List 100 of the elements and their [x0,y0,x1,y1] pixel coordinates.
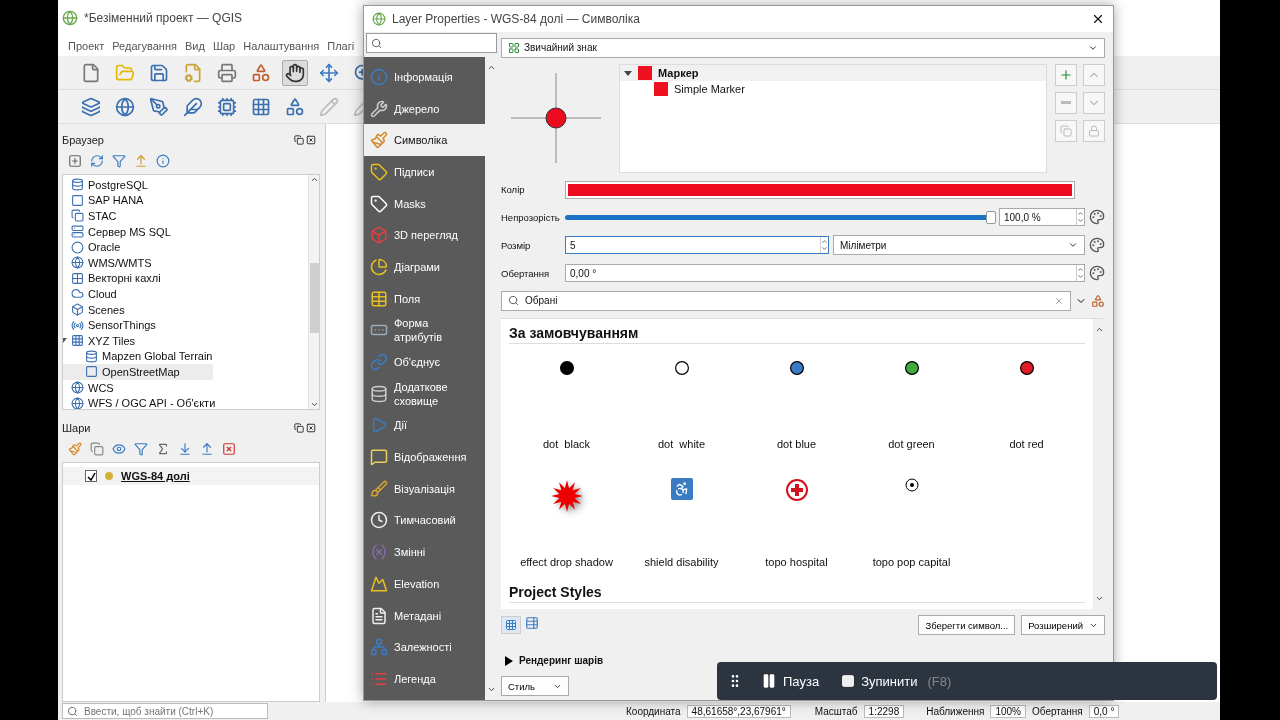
eye-icon[interactable] [112,442,126,456]
search-field[interactable] [366,33,497,53]
sidebar-item[interactable]: Дії [364,409,485,442]
symbol-search-field[interactable]: Обрані [501,290,1071,311]
save-symbol-button[interactable]: Зберегти символ... [918,615,1016,635]
symbol-item[interactable]: dot blue [739,347,854,466]
browser-item[interactable]: Векторні кахлі [63,270,308,287]
scroll-down-icon[interactable] [309,400,319,409]
browser-item[interactable]: Oracle [63,239,308,255]
sidebar-item[interactable]: Інформація [364,61,485,93]
renderer-dropdown[interactable]: Звичайний знак [501,38,1105,58]
menu-item[interactable]: Вид [184,40,205,52]
scale-field[interactable]: 1:2298 [863,704,905,718]
rotation-field[interactable]: 0,0 ° [1088,704,1120,718]
color-button[interactable] [565,180,1075,199]
filter-icon[interactable] [134,442,148,456]
browser-item[interactable]: PostgreSQL [63,177,308,193]
symbol-layer-item[interactable]: Маркер [620,64,1046,81]
clear-icon[interactable] [1054,295,1064,306]
scroll-up-icon[interactable] [309,175,319,184]
search-field[interactable]: Ввести, щоб знайти (Ctrl+K) [62,703,268,719]
sidebar-item[interactable]: Діаграми [364,251,485,283]
symbol-item[interactable]: topo hospital [739,465,854,584]
sidebar-item[interactable]: Поля [364,282,485,315]
browser-item[interactable]: Mapzen Global Terrain [63,348,308,365]
spin-arrows-icon[interactable] [1076,265,1084,282]
symbol-item[interactable]: dot green [854,347,969,466]
expand-arrow-icon[interactable] [624,68,632,77]
style-manager-icon[interactable] [1091,293,1105,308]
browser-item[interactable]: SensorThings [63,317,308,333]
sidebar-item[interactable]: Об'єднує [364,346,485,378]
expand-arrow-icon[interactable] [505,655,513,666]
close-icon[interactable] [306,135,316,145]
menu-item[interactable]: Редагування [112,40,177,52]
brush-icon[interactable] [68,442,82,456]
browser-item[interactable]: SAP HANA [63,192,308,209]
browser-item[interactable]: Сервер MS SQL [63,223,308,240]
float-icon[interactable] [294,135,304,145]
advanced-button[interactable]: Розширений [1021,615,1105,635]
browser-item[interactable]: WFS / OGC API - Об'єкти [63,395,308,409]
browser-item[interactable]: STAC [63,208,308,224]
menu-item[interactable]: Проект [68,40,105,52]
info-icon[interactable] [156,154,170,168]
sidebar-item[interactable]: Джерело [364,92,485,125]
sidebar-item[interactable]: Метадані [364,599,485,632]
menu-item[interactable]: Шар [212,40,236,52]
add-layer-button[interactable] [1055,63,1077,86]
zoom-field[interactable]: 100% [990,704,1026,718]
close-icon[interactable] [306,423,316,433]
pause-button[interactable]: Пауза [757,673,824,689]
sidebar-item[interactable]: Залежності [364,631,485,664]
data-defined-icon[interactable] [1089,209,1105,226]
coordinate-field[interactable]: 48,61658°,23,67961° [686,704,791,718]
sidebar-item[interactable]: Elevation [364,568,485,600]
style-dropdown[interactable]: Стиль [501,676,569,696]
symbol-item[interactable]: shield disability [624,465,739,584]
sidebar-item[interactable]: Форма атрибутів [364,314,485,347]
symbol-item[interactable]: effect drop shadow [509,465,624,584]
scroll-up-icon[interactable] [486,63,496,72]
spin-arrows-icon[interactable] [1076,209,1084,226]
size-field[interactable]: 5 [565,236,829,255]
sidebar-item[interactable]: Символіка [364,124,485,157]
browser-item[interactable]: Scenes [63,301,308,318]
layer-name[interactable]: WGS-84 долі [121,470,190,482]
symbol-item[interactable]: dot black [509,347,624,466]
browser-item[interactable]: OpenStreetMap [63,364,213,380]
add-icon[interactable] [68,154,82,168]
sidebar-item[interactable]: Візуалізація [364,472,485,505]
expression-icon[interactable] [156,442,170,456]
browser-item[interactable]: WCS [63,379,308,396]
float-icon[interactable] [294,423,304,433]
close-icon[interactable] [1091,12,1105,26]
filter-icon[interactable] [112,154,126,168]
remove-layer-icon[interactable] [222,442,236,456]
opacity-field[interactable]: 100,0 % [999,208,1085,227]
symbol-item[interactable]: dot red [969,347,1084,466]
spin-arrows-icon[interactable] [820,237,828,254]
collapse-all-icon[interactable] [200,442,214,456]
symbol-layer-item[interactable]: Simple Marker [620,80,1046,97]
browser-item[interactable]: XYZ Tiles [63,332,308,349]
list-view-icon[interactable] [525,616,539,630]
symbol-item[interactable]: dot white [624,347,739,466]
sidebar-item[interactable]: Легенда [364,663,485,695]
refresh-icon[interactable] [90,154,104,168]
menu-item[interactable]: Плагі [327,40,355,52]
browser-item[interactable]: Cloud [63,286,308,302]
icon-view-button[interactable] [501,616,521,634]
sidebar-item[interactable]: Додаткове сховище [364,377,485,410]
expand-all-icon[interactable] [178,442,192,456]
sidebar-item[interactable]: Відображення [364,441,485,473]
layer-checkbox[interactable] [85,470,97,482]
unit-dropdown[interactable]: Міліметри [833,235,1085,256]
sidebar-item[interactable]: Змінні [364,536,485,568]
symbol-item[interactable]: topo pop capital [854,465,969,584]
menu-item[interactable]: Налаштування [243,40,320,52]
hand-icon[interactable] [282,59,308,86]
data-defined-icon[interactable] [1089,237,1105,254]
copy-icon[interactable] [90,442,104,456]
data-defined-icon[interactable] [1089,265,1105,282]
scroll-thumb[interactable] [309,263,319,333]
